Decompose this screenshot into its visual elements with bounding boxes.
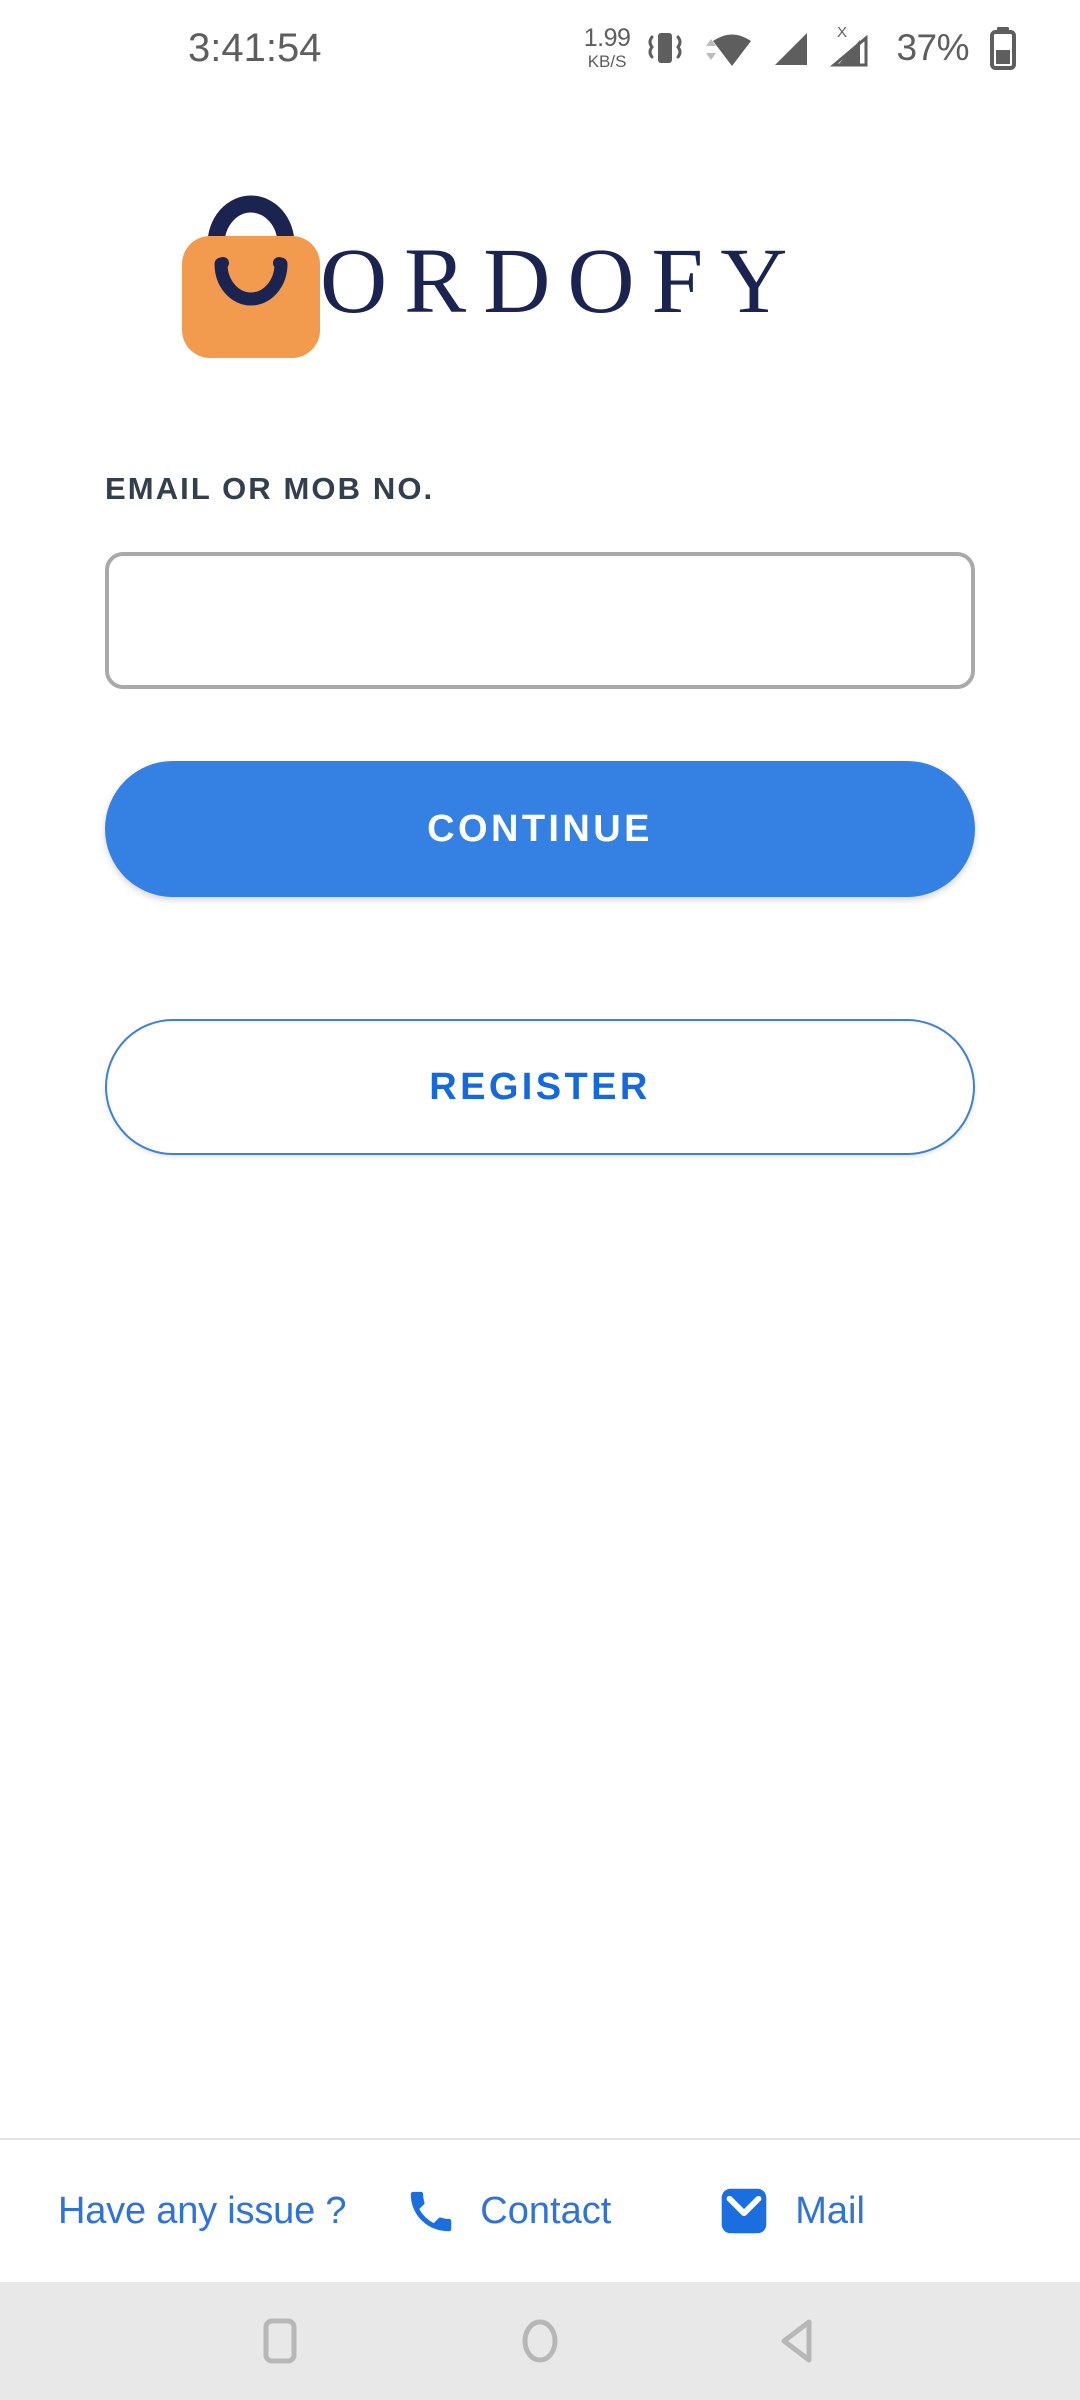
brand-name: ORDOFY: [320, 229, 805, 333]
android-nav-bar: [0, 2282, 1080, 2400]
status-bar: 3:41:54 1.99 KB/S X 37%: [0, 0, 1080, 96]
email-or-mobile-label: EMAIL OR MOB NO.: [105, 471, 435, 506]
network-speed-unit: KB/S: [587, 52, 627, 71]
app-screen: 3:41:54 1.99 KB/S X 37% ORDOFY EMAIL OR …: [0, 0, 1080, 2400]
shopping-bag-icon: [182, 195, 320, 358]
register-button[interactable]: REGISTER: [105, 1019, 975, 1155]
vibrate-icon: [648, 33, 682, 63]
network-speed-indicator: 1.99 KB/S: [583, 24, 631, 71]
mail-label: Mail: [795, 2189, 865, 2232]
have-any-issue-label: Have any issue ?: [58, 2189, 347, 2232]
recents-square-icon: [263, 2318, 297, 2364]
svg-text:X: X: [837, 25, 847, 41]
email-or-mobile-input[interactable]: [105, 552, 975, 689]
mail-icon: [721, 2188, 767, 2234]
phone-icon: [411, 2191, 452, 2232]
signal-no-service-icon: X: [830, 25, 868, 67]
support-footer: Have any issue ? Contact Mail: [0, 2138, 1080, 2282]
network-speed-value: 1.99: [583, 24, 631, 52]
continue-button[interactable]: CONTINUE: [105, 761, 975, 897]
signal-icon: [775, 33, 808, 65]
status-indicators: 1.99 KB/S X 37%: [584, 24, 1036, 72]
battery-percent-label: 37%: [896, 27, 969, 68]
contact-link[interactable]: Contact: [404, 2184, 611, 2238]
battery-icon: [990, 27, 1016, 70]
login-form: EMAIL OR MOB NO. CONTINUE REGISTER: [0, 358, 1080, 2138]
status-clock: 3:41:54: [188, 25, 322, 70]
home-button[interactable]: [498, 2299, 582, 2383]
brand-logo: ORDOFY: [0, 178, 1080, 358]
contact-label: Contact: [480, 2189, 612, 2232]
wifi-icon: [706, 34, 752, 66]
back-triangle-icon: [781, 2319, 812, 2363]
recents-button[interactable]: [238, 2299, 322, 2383]
home-circle-icon: [522, 2319, 558, 2363]
mail-link[interactable]: Mail: [715, 2184, 865, 2238]
back-button[interactable]: [758, 2299, 842, 2383]
